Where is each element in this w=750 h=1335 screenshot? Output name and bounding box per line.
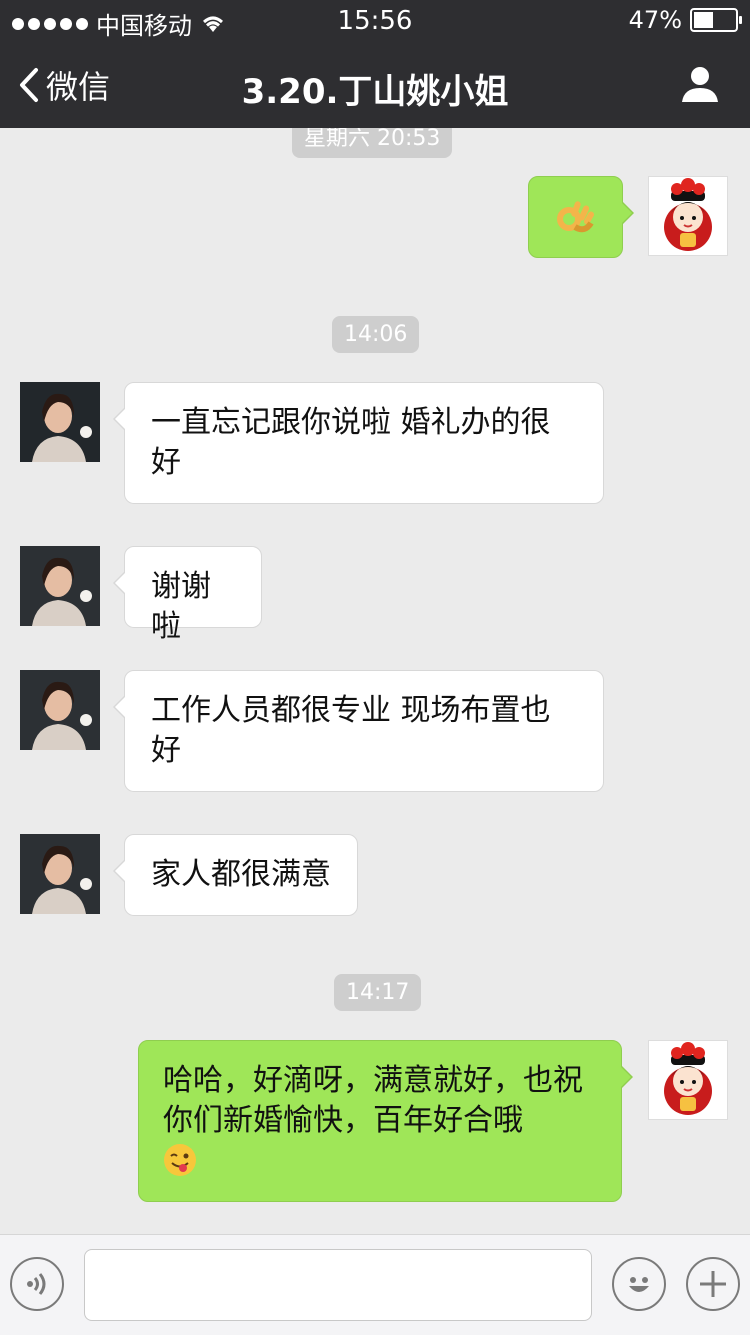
cartoon-princess-avatar [664,1042,712,1115]
input-bar [0,1234,750,1335]
battery-icon [690,8,742,32]
contact-avatar[interactable] [20,382,100,462]
received-message-bubble[interactable]: 工作人员都很专业 现场布置也好 [113,670,604,792]
emoji-button[interactable] [612,1257,666,1311]
message-text: 一直忘记跟你说啦 婚礼办的很好 [151,405,551,480]
contact-avatar[interactable] [20,834,100,914]
winking-tongue-emoji [164,1144,196,1176]
woman-photo-avatar [20,670,100,750]
message-text: 家人都很满意 [151,857,331,892]
plus-icon [700,1271,726,1297]
received-message-bubble[interactable]: 家人都很满意 [113,834,358,916]
woman-photo-avatar [20,382,100,462]
timestamp: 星期六 20:53 [292,128,453,158]
sent-message-bubble[interactable]: 哈哈，好滴呀，满意就好，也祝你们新婚愉快，百年好合哦 [138,1040,633,1202]
timestamp: 14:06 [332,316,420,353]
my-avatar[interactable] [648,1040,728,1120]
received-message-bubble[interactable]: 一直忘记跟你说啦 婚礼办的很好 [113,382,604,504]
sent-message-bubble[interactable] [528,176,634,258]
voice-button[interactable] [10,1257,64,1311]
message-text: 谢谢啦 [151,569,211,644]
nav-bar: 微信 3.20.丁山姚小姐 [0,40,750,128]
contact-avatar[interactable] [20,670,100,750]
received-message-bubble[interactable]: 谢谢啦 [113,546,262,644]
status-bar: 中国移动 15:56 47% [0,0,750,40]
contact-avatar[interactable] [20,546,100,626]
battery-percent: 47% [628,6,682,34]
chat-area[interactable]: 星期六 20:53 14:06 一直忘记跟你说啦 婚礼办的很好 谢谢啦 工作人员… [0,128,750,1234]
woman-photo-avatar [20,546,100,626]
ok-hand-emoji [557,201,594,233]
voice-icon [27,1273,46,1295]
person-icon [682,67,718,102]
woman-photo-avatar [20,834,100,914]
my-avatar[interactable] [648,176,728,256]
status-right: 47% [628,6,742,34]
cartoon-princess-avatar [664,178,712,251]
more-button[interactable] [686,1257,740,1311]
smiley-icon [629,1277,649,1292]
message-text: 哈哈，好滴呀，满意就好，也祝你们新婚愉快，百年好合哦 [163,1063,583,1138]
chat-title: 3.20.丁山姚小姐 [241,72,509,112]
timestamp: 14:17 [334,974,422,1011]
message-input[interactable] [84,1249,592,1321]
profile-button[interactable] [680,64,720,108]
message-text: 工作人员都很专业 现场布置也好 [151,693,551,768]
